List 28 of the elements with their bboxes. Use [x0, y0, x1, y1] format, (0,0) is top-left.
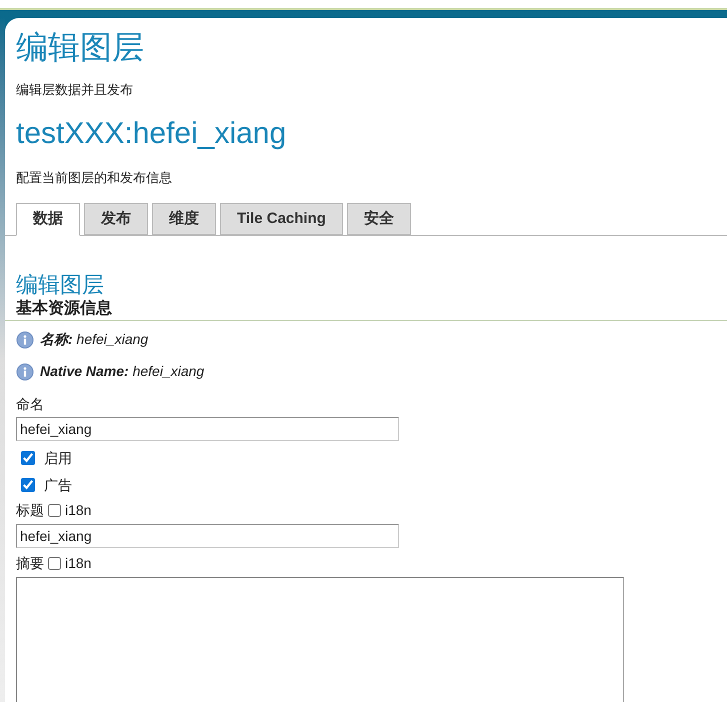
text-field[interactable]: hefei_xiang [16, 524, 399, 548]
layer-title: testXXX:hefei_xiang [16, 116, 288, 152]
info-text: Native Name: hefei_xiang [40, 362, 204, 381]
checkbox[interactable] [48, 556, 61, 570]
tab[interactable]: 维度 [152, 203, 216, 235]
page-title: 编辑图层 [16, 28, 145, 67]
checkbox[interactable] [48, 504, 61, 516]
checkbox-label: i18n [65, 554, 92, 572]
text-field[interactable]: hefei_xiang [16, 417, 399, 441]
info-icon [16, 362, 34, 380]
field-label: 命名 [16, 395, 45, 413]
checkbox-label: i18n [65, 500, 92, 520]
info-icon [16, 330, 34, 348]
tab[interactable]: 数据 [16, 203, 80, 236]
page-subtitle: 编辑层数据并且发布 [16, 81, 134, 99]
info-text: 名称: hefei_xiang [40, 330, 148, 349]
checkbox-label: 广告 [44, 476, 72, 494]
field-label: 摘要 [16, 554, 44, 572]
tab[interactable]: 安全 [346, 203, 411, 235]
section-subtitle: 基本资源信息 [16, 299, 113, 319]
tab[interactable]: Tile Caching [220, 203, 343, 235]
field-label: 标题 [16, 500, 44, 520]
tab[interactable]: 发布 [84, 203, 148, 235]
checkbox[interactable] [21, 478, 35, 492]
checkbox[interactable] [21, 451, 35, 465]
checkbox-label: 启用 [44, 448, 72, 468]
layer-description: 配置当前图层的和发布信息 [16, 168, 173, 186]
section-title: 编辑图层 [16, 271, 105, 299]
